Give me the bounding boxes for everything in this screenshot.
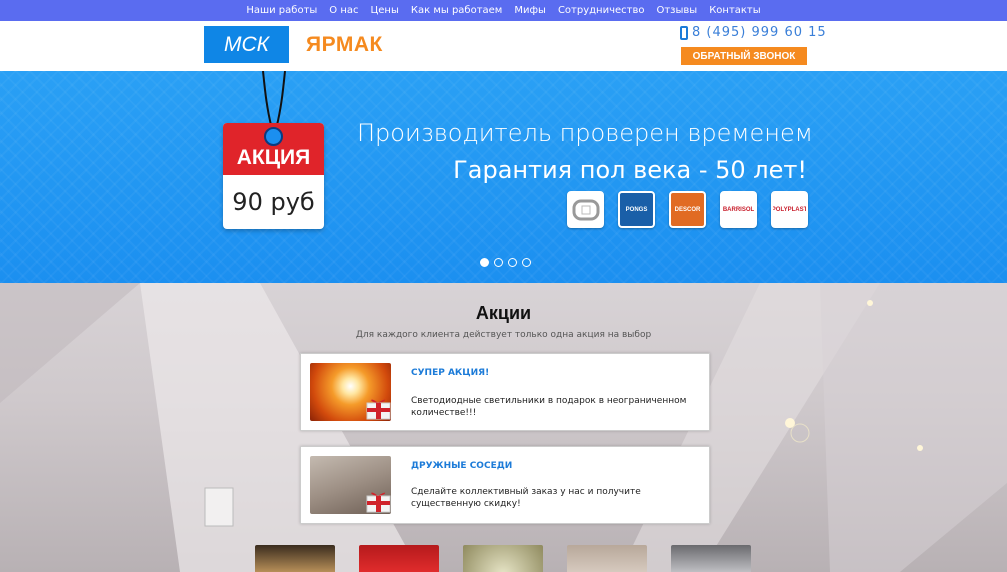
- callback-button[interactable]: ОБРАТНЫЙ ЗВОНОК: [681, 47, 807, 65]
- promo-card-neighbors-title[interactable]: ДРУЖНЫЕ СОСЕДИ: [411, 461, 512, 471]
- brand-logo-barrisol-label: BARRISOL: [722, 206, 755, 213]
- gift-icon: [366, 399, 391, 420]
- phone-icon: [680, 25, 688, 40]
- brand-logo-descor[interactable]: DESCOR: [669, 191, 706, 228]
- promo-tag-price: 90 руб: [232, 188, 315, 216]
- phone-block[interactable]: 8 (495) 999 60 15: [680, 25, 827, 40]
- brand-logo-descor-label: DESCOR: [674, 206, 701, 213]
- nav-link-about[interactable]: О нас: [323, 0, 364, 21]
- promo-card-super[interactable]: СУПЕР АКЦИЯ! Светодиодные светильники в …: [300, 353, 710, 431]
- logo-city[interactable]: МСК: [204, 26, 289, 63]
- nav-link-prices[interactable]: Цены: [365, 0, 405, 21]
- gift-icon: [366, 492, 391, 513]
- hero-banner: АКЦИЯ 90 руб Производитель проверен врем…: [0, 71, 1007, 283]
- brand-logos: PONGS DESCOR BARRISOL POLYPLAST: [567, 191, 808, 228]
- nav-link-reviews[interactable]: Отзывы: [650, 0, 703, 21]
- nav-link-contacts[interactable]: Контакты: [703, 0, 766, 21]
- slider-dot-2[interactable]: [494, 258, 503, 267]
- top-nav: Наши работы О нас Цены Как мы работаем М…: [0, 0, 1007, 21]
- promo-card-neighbors[interactable]: ДРУЖНЫЕ СОСЕДИ Сделайте коллективный зак…: [300, 446, 710, 524]
- hero-headline: Производитель проверен временем: [357, 119, 813, 147]
- slider-dot-4[interactable]: [522, 258, 531, 267]
- brand-logo-pongs-label: PONGS: [625, 206, 648, 213]
- brand-logo-polyplast[interactable]: POLYPLAST: [771, 191, 808, 228]
- nav-link-myths[interactable]: Мифы: [508, 0, 552, 21]
- promo-card-super-text: Светодиодные светильники в подарок в нео…: [411, 396, 687, 418]
- slider-dot-3[interactable]: [508, 258, 517, 267]
- gallery-thumb-2[interactable]: [359, 545, 439, 572]
- brand-logo-pongs[interactable]: PONGS: [618, 191, 655, 228]
- promotions-subtitle: Для каждого клиента действует только одн…: [355, 330, 652, 340]
- nav-link-cooperation[interactable]: Сотрудничество: [552, 0, 651, 21]
- brand-logo-clipso[interactable]: [567, 191, 604, 228]
- brand-logo-polyplast-label: POLYPLAST: [771, 206, 808, 213]
- tag-hole-icon: [264, 127, 283, 146]
- nav-link-how-we-work[interactable]: Как мы работаем: [405, 0, 508, 21]
- slider-dots: [480, 258, 531, 267]
- gallery-thumb-1[interactable]: [255, 545, 335, 572]
- promo-card-super-title[interactable]: СУПЕР АКЦИЯ!: [411, 368, 489, 378]
- clipso-logo-icon: [572, 199, 599, 220]
- promotions-section: Акции Для каждого клиента действует толь…: [0, 283, 1007, 572]
- phone-number[interactable]: 8 (495) 999 60 15: [692, 25, 827, 40]
- gallery-thumbnails: [255, 545, 751, 572]
- nav-link-works[interactable]: Наши работы: [240, 0, 323, 21]
- gallery-thumb-5[interactable]: [671, 545, 751, 572]
- promo-card-neighbors-text: Сделайте коллективный заказ у нас и полу…: [411, 487, 641, 509]
- promotions-title: Акции: [475, 303, 532, 323]
- gallery-thumb-3[interactable]: [463, 545, 543, 572]
- brand-logo-barrisol[interactable]: BARRISOL: [720, 191, 757, 228]
- gallery-thumb-4[interactable]: [567, 545, 647, 572]
- slider-dot-1[interactable]: [480, 258, 489, 267]
- hero-subheadline: Гарантия пол века - 50 лет!: [453, 156, 807, 184]
- logo-brand[interactable]: ЯРМАК: [306, 33, 383, 57]
- site-header: МСК ЯРМАК 8 (495) 999 60 15 ОБРАТНЫЙ ЗВО…: [0, 21, 1007, 71]
